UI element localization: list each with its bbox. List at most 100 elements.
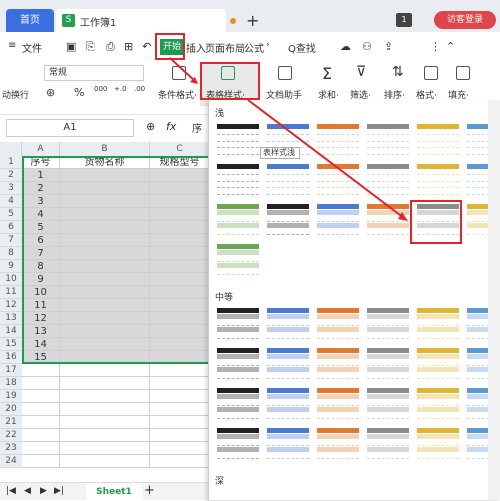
tab-home[interactable]: 首页 <box>6 9 54 32</box>
collab-icon[interactable]: ⚇ <box>362 40 372 53</box>
next-sheet-icon[interactable]: ▶ <box>40 486 47 496</box>
grid-cell[interactable] <box>22 377 60 390</box>
table-style-thumb[interactable] <box>415 162 461 196</box>
row-header[interactable]: 3 <box>0 182 22 195</box>
row-header[interactable]: 6 <box>0 221 22 234</box>
formula-input[interactable]: 序 <box>192 120 202 135</box>
row-header[interactable]: 10 <box>0 273 22 286</box>
number-format-select[interactable]: 常规 <box>44 65 144 81</box>
row-header[interactable]: 7 <box>0 234 22 247</box>
grid-cell[interactable] <box>150 442 210 455</box>
increase-decimal-icon[interactable]: +.0 <box>114 85 127 93</box>
add-sheet-button[interactable]: + <box>144 483 155 498</box>
currency-icon[interactable]: ⊛ <box>46 86 55 99</box>
table-style-thumb[interactable] <box>265 386 311 420</box>
decrease-decimal-icon[interactable]: .00 <box>134 85 145 93</box>
table-style-thumb[interactable] <box>215 162 261 196</box>
table-style-thumb[interactable] <box>215 202 261 236</box>
row-header[interactable]: 14 <box>0 325 22 338</box>
visitor-login-button[interactable]: 访客登录 <box>434 11 496 29</box>
gallery-scrollbar[interactable] <box>488 100 500 500</box>
preview-icon[interactable]: ⊞ <box>124 40 133 53</box>
grid-cell[interactable] <box>150 455 210 468</box>
grid-cell[interactable] <box>60 429 150 442</box>
percent-button[interactable]: % <box>74 86 84 99</box>
grid-cell[interactable] <box>60 442 150 455</box>
menu-page-layout[interactable]: 页面布局 <box>205 40 245 55</box>
table-style-thumb[interactable] <box>315 162 361 196</box>
row-header[interactable]: 4 <box>0 195 22 208</box>
table-style-thumb[interactable] <box>315 386 361 420</box>
table-style-thumb[interactable] <box>215 346 261 380</box>
zoom-icon[interactable]: ⊕ <box>146 120 155 133</box>
table-style-thumb[interactable] <box>315 122 361 156</box>
table-style-thumb[interactable] <box>265 162 311 196</box>
grid-cell[interactable] <box>60 416 150 429</box>
row-header[interactable]: 23 <box>0 442 22 455</box>
row-header[interactable]: 20 <box>0 403 22 416</box>
collapse-icon[interactable]: ⌃ <box>446 40 455 53</box>
name-box[interactable]: A1 <box>6 119 134 137</box>
row-header[interactable]: 2 <box>0 169 22 182</box>
first-sheet-icon[interactable]: |◀ <box>6 486 16 496</box>
table-style-thumb[interactable] <box>365 122 411 156</box>
grid-cell[interactable] <box>60 455 150 468</box>
menu-file[interactable]: 文件 <box>22 40 42 55</box>
wrap-text-button[interactable]: 动换行 <box>2 88 29 101</box>
row-header[interactable]: 18 <box>0 377 22 390</box>
grid-cell[interactable] <box>150 390 210 403</box>
row-header[interactable]: 13 <box>0 312 22 325</box>
table-style-thumb[interactable] <box>215 426 261 460</box>
save-icon[interactable]: ▣ <box>66 40 76 53</box>
row-header[interactable]: 17 <box>0 364 22 377</box>
table-style-thumb[interactable] <box>265 306 311 340</box>
menu-formula[interactable]: 公式 <box>244 40 264 55</box>
row-header[interactable]: 12 <box>0 299 22 312</box>
window-count-badge[interactable]: 1 <box>396 13 412 27</box>
grid-cell[interactable] <box>60 403 150 416</box>
row-header[interactable]: 5 <box>0 208 22 221</box>
table-style-thumb[interactable] <box>315 426 361 460</box>
thousands-icon[interactable]: 000 <box>94 85 107 93</box>
table-style-thumb[interactable] <box>365 426 411 460</box>
grid-cell[interactable] <box>22 364 60 377</box>
table-style-thumb[interactable] <box>415 346 461 380</box>
fx-icon[interactable]: fx <box>166 120 176 133</box>
grid-cell[interactable] <box>22 390 60 403</box>
table-style-thumb[interactable] <box>365 306 411 340</box>
print-icon[interactable]: ⎙ <box>106 40 115 54</box>
table-style-thumb[interactable] <box>215 122 261 156</box>
table-style-thumb[interactable] <box>315 202 361 236</box>
table-style-thumb[interactable] <box>315 346 361 380</box>
tab-workbook[interactable]: S 工作簿1 <box>56 9 226 32</box>
prev-sheet-icon[interactable]: ◀ <box>24 486 31 496</box>
table-style-thumb[interactable] <box>365 162 411 196</box>
table-style-thumb[interactable] <box>315 306 361 340</box>
row-header[interactable]: 16 <box>0 351 22 364</box>
row-header[interactable]: 19 <box>0 390 22 403</box>
chevron-right-icon[interactable]: › <box>266 40 270 50</box>
table-style-thumb[interactable] <box>365 386 411 420</box>
table-style-thumb[interactable] <box>265 202 311 236</box>
grid-cell[interactable] <box>60 377 150 390</box>
menu-insert[interactable]: 插入 <box>186 40 206 55</box>
column-header-c[interactable]: C <box>150 142 210 156</box>
table-style-thumb[interactable] <box>215 386 261 420</box>
table-style-thumb[interactable] <box>215 306 261 340</box>
grid-cell[interactable] <box>60 390 150 403</box>
grid-cell[interactable] <box>150 416 210 429</box>
row-header[interactable]: 21 <box>0 416 22 429</box>
table-style-thumb[interactable] <box>265 426 311 460</box>
grid-cell[interactable] <box>60 364 150 377</box>
grid-cell[interactable] <box>22 429 60 442</box>
grid-cell[interactable] <box>150 364 210 377</box>
cloud-icon[interactable]: ☁ <box>340 40 351 53</box>
menu-search[interactable]: Q查找 <box>288 40 316 55</box>
grid-cell[interactable] <box>150 429 210 442</box>
table-style-thumb[interactable] <box>265 346 311 380</box>
row-header[interactable]: 22 <box>0 429 22 442</box>
table-style-thumb[interactable] <box>415 426 461 460</box>
column-header-b[interactable]: B <box>60 142 150 156</box>
new-tab-button[interactable]: + <box>246 11 259 30</box>
hamburger-icon[interactable]: ≡ <box>8 40 16 51</box>
